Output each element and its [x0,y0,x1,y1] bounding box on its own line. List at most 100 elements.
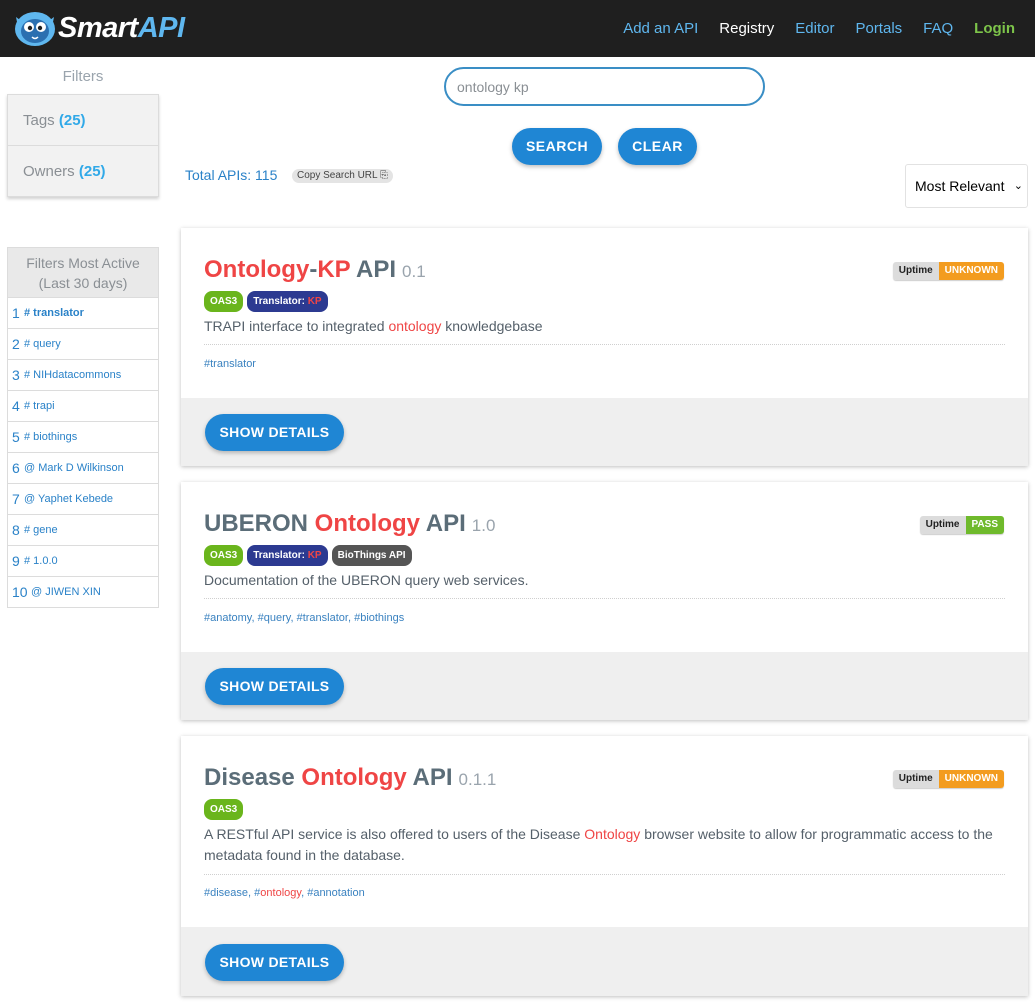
tag-link[interactable]: #anatomy [204,612,252,624]
filter-tags[interactable]: Tags (25) [8,95,158,146]
active-filter-item[interactable]: 5 # biothings [8,421,158,452]
card-footer: SHOW DETAILS [181,927,1028,996]
active-filter-item[interactable]: 2 # query [8,328,158,359]
active-filter-item[interactable]: 4 # trapi [8,390,158,421]
api-card: Disease Ontology API 0.1.1 Uptime UNKNOWN … [181,736,1028,996]
search-button[interactable]: SEARCH [512,128,602,165]
active-filter-item[interactable]: 3 # NIHdatacommons [8,359,158,390]
filter-tags-label: Tags [23,112,55,129]
active-filter-rank: 10 [12,584,28,600]
api-description: TRAPI interface to integrated ontology k… [204,316,1005,337]
api-description: A RESTful API service is also offered to… [204,824,1005,866]
search-input[interactable] [444,67,765,106]
tag-list: #disease, #ontology, #annotation [204,887,365,899]
api-title-uberon: UBERON [204,510,315,537]
nav-portals[interactable]: Portals [855,20,902,37]
nav-editor[interactable]: Editor [795,20,834,37]
description-text: knowledgebase [441,318,543,334]
api-card: UBERON Ontology API 1.0 Uptime PASS OAS3 T… [181,482,1028,720]
tag-link[interactable]: #translator [204,358,256,370]
active-filter-item[interactable]: 10 @ JIWEN XIN [8,576,158,607]
active-filter-item[interactable]: 6 @ Mark D Wilkinson [8,452,158,483]
chevron-down-icon: ⌄ [1013,180,1023,192]
api-title-api: API [406,764,453,791]
active-filter-item[interactable]: 1 # translator [8,297,158,328]
filters-title: Filters [62,68,104,85]
uptime-badge: Uptime UNKNOWN [892,770,1004,788]
uptime-badge: Uptime PASS [919,516,1004,534]
active-filter-label: # biothings [24,431,78,443]
translator-badge-kp: KP [307,550,322,561]
active-filter-item[interactable]: 7 @ Yaphet Kebede [8,483,158,514]
badge-row: OAS3 Translator: KP [204,291,328,312]
smartapi-logo[interactable]: SmartAPI [8,4,185,52]
logo-text-smart: Smart [58,11,138,44]
tag-link[interactable]: #annotation [307,887,365,899]
tag-link[interactable]: #translator [297,612,348,624]
tag-link[interactable]: #biothings [354,612,404,624]
tag-highlight: ontology [260,887,302,899]
logo-text: SmartAPI [58,12,185,45]
translator-badge: Translator: KP [247,545,328,566]
nav-login[interactable]: Login [974,20,1015,37]
main-nav: Add an API Registry Editor Portals FAQ L… [602,0,1015,57]
clear-button[interactable]: CLEAR [618,128,697,165]
active-filter-rank: 7 [12,491,20,507]
uptime-status: UNKNOWN [938,770,1004,788]
card-divider [204,598,1005,599]
uptime-label: Uptime [892,770,939,788]
nav-add-api[interactable]: Add an API [623,20,698,37]
show-details-button[interactable]: SHOW DETAILS [205,668,344,705]
api-title-ontology: Ontology [204,256,310,283]
oas3-badge: OAS3 [204,291,244,312]
tag-link[interactable]: #query [258,612,291,624]
uptime-label: Uptime [892,262,939,280]
description-highlight: Ontology [584,826,641,842]
translator-badge: Translator: KP [247,291,328,312]
badge-row: OAS3 [204,799,244,820]
most-active-heading: Filters Most Active (Last 30 days) [8,248,158,297]
filter-box: Tags (25) Owners (25) [7,94,159,197]
tag-link[interactable]: #ontology [254,887,301,899]
nav-registry[interactable]: Registry [719,20,774,37]
active-filter-label: @ Mark D Wilkinson [24,462,124,474]
card-footer: SHOW DETAILS [181,398,1028,466]
logo-text-api: API [137,11,185,44]
api-version: 1.0 [471,516,496,535]
filter-owners[interactable]: Owners (25) [8,146,158,197]
active-filter-label: # gene [24,524,58,536]
total-apis: Total APIs: 115 [185,167,278,183]
api-card: Ontology-KP API 0.1 Uptime UNKNOWN OAS3 Tr… [181,228,1028,466]
active-filter-label: # NIHdatacommons [24,369,122,381]
sort-select[interactable]: Most Relevant ⌄ [905,164,1028,208]
api-title-kp: KP [317,256,351,283]
active-filter-item[interactable]: 8 # gene [8,514,158,545]
api-version: 0.1.1 [458,770,497,789]
api-title[interactable]: Disease Ontology API 0.1.1 [204,764,496,792]
copy-icon: ⎘ [380,170,389,181]
show-details-button[interactable]: SHOW DETAILS [205,944,344,981]
api-title-api: API [420,510,466,537]
copy-search-url-button[interactable]: Copy Search URL ⎘ [292,169,394,183]
active-filter-rank: 4 [12,398,20,414]
card-divider [204,344,1005,345]
active-filter-rank: 5 [12,429,20,445]
card-divider [204,874,1005,875]
active-filter-rank: 6 [12,460,20,476]
active-filter-item[interactable]: 9 # 1.0.0 [8,545,158,576]
biothings-badge: BioThings API [331,545,412,566]
nav-faq[interactable]: FAQ [923,20,953,37]
uptime-status: PASS [965,516,1004,534]
api-title[interactable]: UBERON Ontology API 1.0 [204,510,495,538]
active-filter-label: # query [24,338,61,350]
active-filter-rank: 1 [12,305,20,321]
translator-badge-label: Translator: [253,296,308,307]
api-title[interactable]: Ontology-KP API 0.1 [204,256,426,284]
tag-link[interactable]: #disease [204,887,248,899]
show-details-button[interactable]: SHOW DETAILS [205,414,344,451]
active-filter-rank: 3 [12,367,20,383]
most-active-subtitle: (Last 30 days) [38,275,128,291]
card-footer: SHOW DETAILS [181,652,1028,720]
uptime-status: UNKNOWN [938,262,1004,280]
api-description: Documentation of the UBERON query web se… [204,572,529,588]
